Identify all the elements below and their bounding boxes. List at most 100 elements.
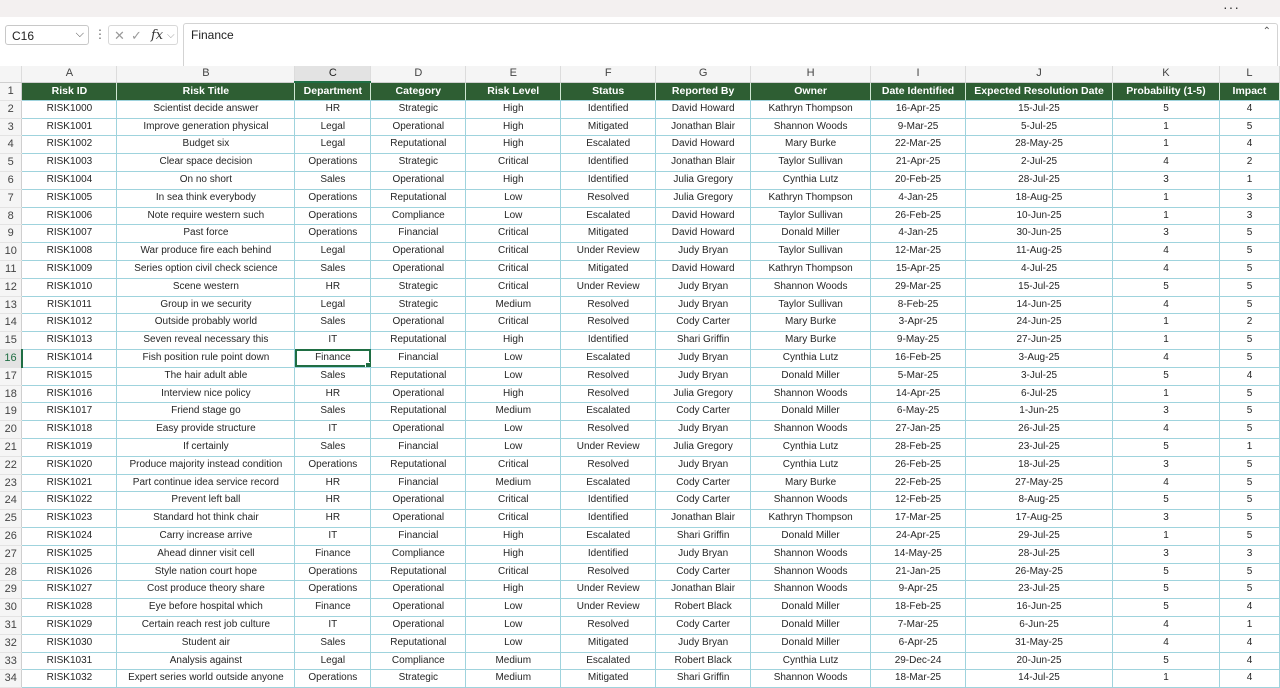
row-header-27[interactable]: 27 — [0, 545, 23, 564]
cell-h5[interactable]: Taylor Sullivan — [750, 153, 872, 172]
cell-b9[interactable]: Past force — [116, 224, 296, 244]
cell-j15[interactable]: 27-Jun-25 — [965, 331, 1113, 350]
cell-h22[interactable]: Cynthia Lutz — [750, 456, 872, 475]
cell-f1[interactable]: Status — [560, 82, 657, 101]
cell-j30[interactable]: 16-Jun-25 — [965, 598, 1113, 617]
cell-c30[interactable]: Finance — [294, 598, 372, 617]
cell-c14[interactable]: Sales — [294, 313, 372, 333]
cell-e4[interactable]: High — [465, 135, 562, 155]
cell-b26[interactable]: Carry increase arrive — [116, 527, 296, 546]
cell-j2[interactable]: 15-Jul-25 — [965, 100, 1113, 119]
cell-g3[interactable]: Jonathan Blair — [655, 118, 752, 137]
cell-f2[interactable]: Identified — [560, 100, 657, 119]
row-header-10[interactable]: 10 — [0, 242, 23, 261]
more-options-icon[interactable]: ··· — [1223, 0, 1240, 14]
cell-g22[interactable]: Judy Bryan — [655, 456, 752, 475]
cell-d18[interactable]: Operational — [370, 385, 467, 404]
row-header-31[interactable]: 31 — [0, 616, 23, 635]
column-header-c[interactable]: C — [294, 66, 372, 83]
cell-c8[interactable]: Operations — [294, 207, 372, 226]
cell-c25[interactable]: HR — [294, 509, 372, 528]
cell-d23[interactable]: Financial — [370, 474, 467, 493]
cell-b7[interactable]: In sea think everybody — [116, 189, 296, 208]
chevron-down-icon[interactable]: ⌵ — [76, 28, 84, 41]
cell-j29[interactable]: 23-Jul-25 — [965, 580, 1113, 600]
cell-b28[interactable]: Style nation court hope — [116, 563, 296, 582]
cell-d17[interactable]: Reputational — [370, 367, 467, 386]
cell-e19[interactable]: Medium — [465, 402, 562, 422]
row-header-11[interactable]: 11 — [0, 260, 23, 279]
cell-l9[interactable]: 5 — [1219, 224, 1280, 244]
cell-c9[interactable]: Operations — [294, 224, 372, 244]
cell-l19[interactable]: 5 — [1219, 402, 1280, 422]
cell-j17[interactable]: 3-Jul-25 — [965, 367, 1113, 386]
cell-i24[interactable]: 12-Feb-25 — [870, 491, 967, 511]
cell-b1[interactable]: Risk Title — [116, 82, 296, 101]
cell-b25[interactable]: Standard hot think chair — [116, 509, 296, 528]
cell-c2[interactable]: HR — [294, 100, 372, 119]
cell-f17[interactable]: Resolved — [560, 367, 657, 386]
cell-f16[interactable]: Escalated — [560, 349, 657, 368]
cell-e11[interactable]: Critical — [465, 260, 562, 279]
cell-k9[interactable]: 3 — [1112, 224, 1220, 244]
column-header-a[interactable]: A — [21, 66, 118, 83]
cell-c29[interactable]: Operations — [294, 580, 372, 600]
cell-d16[interactable]: Financial — [370, 349, 467, 368]
row-header-28[interactable]: 28 — [0, 563, 23, 582]
cell-j7[interactable]: 18-Aug-25 — [965, 189, 1113, 208]
row-header-34[interactable]: 34 — [0, 669, 23, 688]
cell-a14[interactable]: RISK1012 — [21, 313, 118, 333]
cell-f26[interactable]: Escalated — [560, 527, 657, 546]
cell-b5[interactable]: Clear space decision — [116, 153, 296, 172]
cell-i13[interactable]: 8-Feb-25 — [870, 296, 967, 315]
name-box[interactable]: C16 ⌵ — [5, 25, 89, 45]
cell-j32[interactable]: 31-May-25 — [965, 634, 1113, 653]
cell-h21[interactable]: Cynthia Lutz — [750, 438, 872, 457]
cell-a5[interactable]: RISK1003 — [21, 153, 118, 172]
cell-l17[interactable]: 4 — [1219, 367, 1280, 386]
cell-c32[interactable]: Sales — [294, 634, 372, 653]
cell-l24[interactable]: 5 — [1219, 491, 1280, 511]
cell-a23[interactable]: RISK1021 — [21, 474, 118, 493]
cell-h9[interactable]: Donald Miller — [750, 224, 872, 244]
cell-i27[interactable]: 14-May-25 — [870, 545, 967, 564]
cell-c4[interactable]: Legal — [294, 135, 372, 155]
cell-i11[interactable]: 15-Apr-25 — [870, 260, 967, 279]
cell-g15[interactable]: Shari Griffin — [655, 331, 752, 350]
cell-g9[interactable]: David Howard — [655, 224, 752, 244]
cell-i3[interactable]: 9-Mar-25 — [870, 118, 967, 137]
cell-k2[interactable]: 5 — [1112, 100, 1220, 119]
cell-f25[interactable]: Identified — [560, 509, 657, 528]
cell-a19[interactable]: RISK1017 — [21, 402, 118, 422]
row-header-25[interactable]: 25 — [0, 509, 23, 528]
cell-f11[interactable]: Mitigated — [560, 260, 657, 279]
cell-c13[interactable]: Legal — [294, 296, 372, 315]
cell-k22[interactable]: 3 — [1112, 456, 1220, 475]
cell-g17[interactable]: Judy Bryan — [655, 367, 752, 386]
cell-e22[interactable]: Critical — [465, 456, 562, 475]
cell-j14[interactable]: 24-Jun-25 — [965, 313, 1113, 333]
cell-g30[interactable]: Robert Black — [655, 598, 752, 617]
cell-a33[interactable]: RISK1031 — [21, 652, 118, 671]
cell-d1[interactable]: Category — [370, 82, 467, 101]
cell-d22[interactable]: Reputational — [370, 456, 467, 475]
cell-k14[interactable]: 1 — [1112, 313, 1220, 333]
cell-c18[interactable]: HR — [294, 385, 372, 404]
cell-c19[interactable]: Sales — [294, 402, 372, 422]
cell-k17[interactable]: 5 — [1112, 367, 1220, 386]
cell-g27[interactable]: Judy Bryan — [655, 545, 752, 564]
cell-e3[interactable]: High — [465, 118, 562, 137]
cell-b17[interactable]: The hair adult able — [116, 367, 296, 386]
cell-f31[interactable]: Resolved — [560, 616, 657, 635]
cell-l29[interactable]: 5 — [1219, 580, 1280, 600]
cell-e32[interactable]: Low — [465, 634, 562, 653]
row-header-32[interactable]: 32 — [0, 634, 23, 653]
cell-a27[interactable]: RISK1025 — [21, 545, 118, 564]
row-header-3[interactable]: 3 — [0, 118, 23, 137]
cell-g12[interactable]: Judy Bryan — [655, 278, 752, 297]
row-header-8[interactable]: 8 — [0, 207, 23, 226]
cell-e28[interactable]: Critical — [465, 563, 562, 582]
cell-k8[interactable]: 1 — [1112, 207, 1220, 226]
cell-e31[interactable]: Low — [465, 616, 562, 635]
cell-k19[interactable]: 3 — [1112, 402, 1220, 422]
